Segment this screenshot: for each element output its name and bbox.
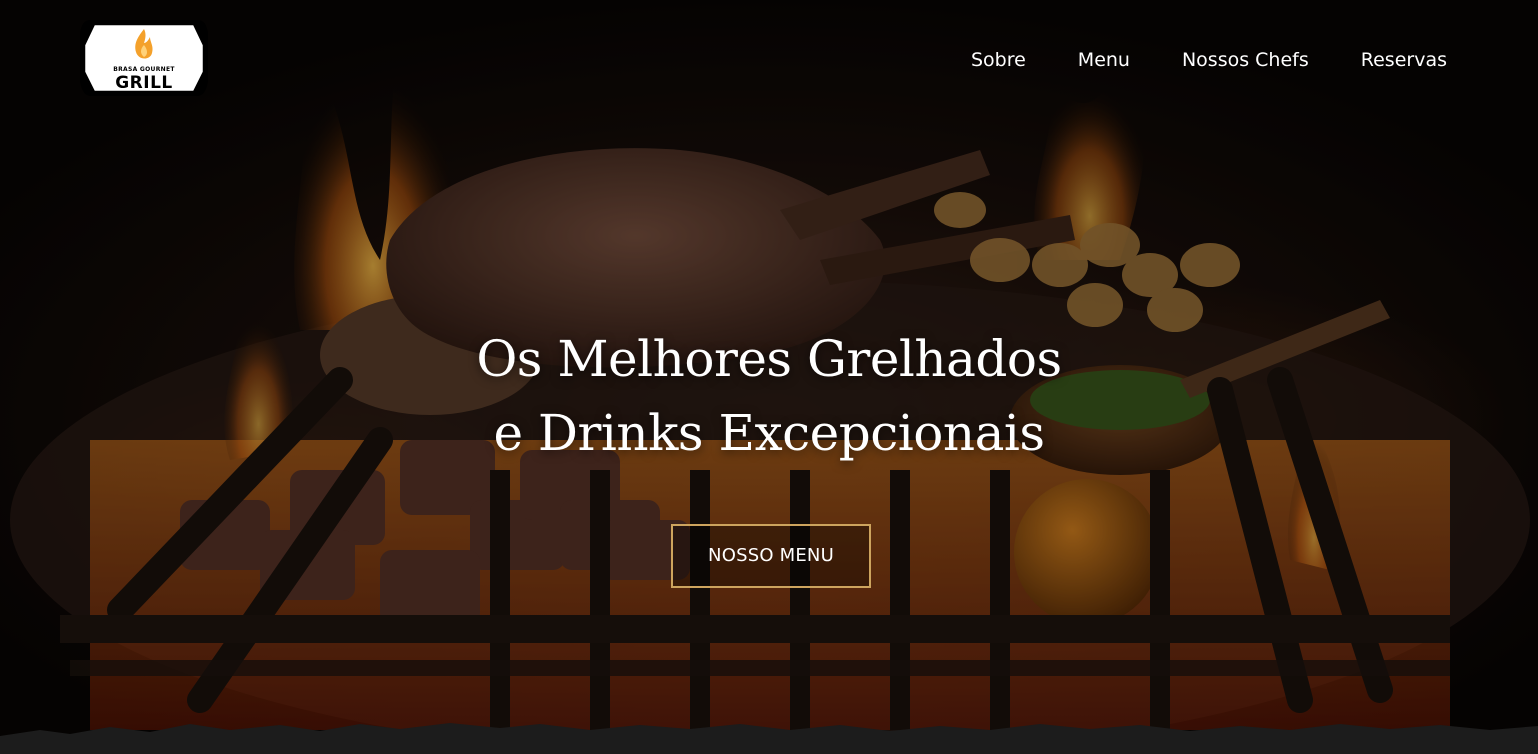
nav-link-menu[interactable]: Menu	[1078, 47, 1130, 73]
logo-tagline: BRASA GOURNET	[113, 66, 175, 73]
nav-link-nossos-chefs[interactable]: Nossos Chefs	[1182, 47, 1309, 73]
hero-section: BRASA GOURNET GRILL Sobre Menu Nossos Ch…	[0, 0, 1538, 754]
nav-link-reservas[interactable]: Reservas	[1361, 47, 1447, 73]
brand-logo[interactable]: BRASA GOURNET GRILL	[78, 15, 210, 101]
main-nav: Sobre Menu Nossos Chefs Reservas	[919, 47, 1447, 73]
our-menu-button[interactable]: NOSSO MENU	[671, 524, 871, 588]
logo-wordmark: GRILL	[115, 73, 173, 93]
hero-title: Os Melhores Grelhados e Drinks Excepcion…	[369, 322, 1169, 470]
hero-title-line-1: Os Melhores Grelhados	[476, 330, 1062, 388]
torn-paper-divider	[0, 723, 1538, 754]
nav-link-sobre[interactable]: Sobre	[971, 47, 1026, 73]
hero-title-line-2: e Drinks Excepcionais	[493, 404, 1045, 462]
